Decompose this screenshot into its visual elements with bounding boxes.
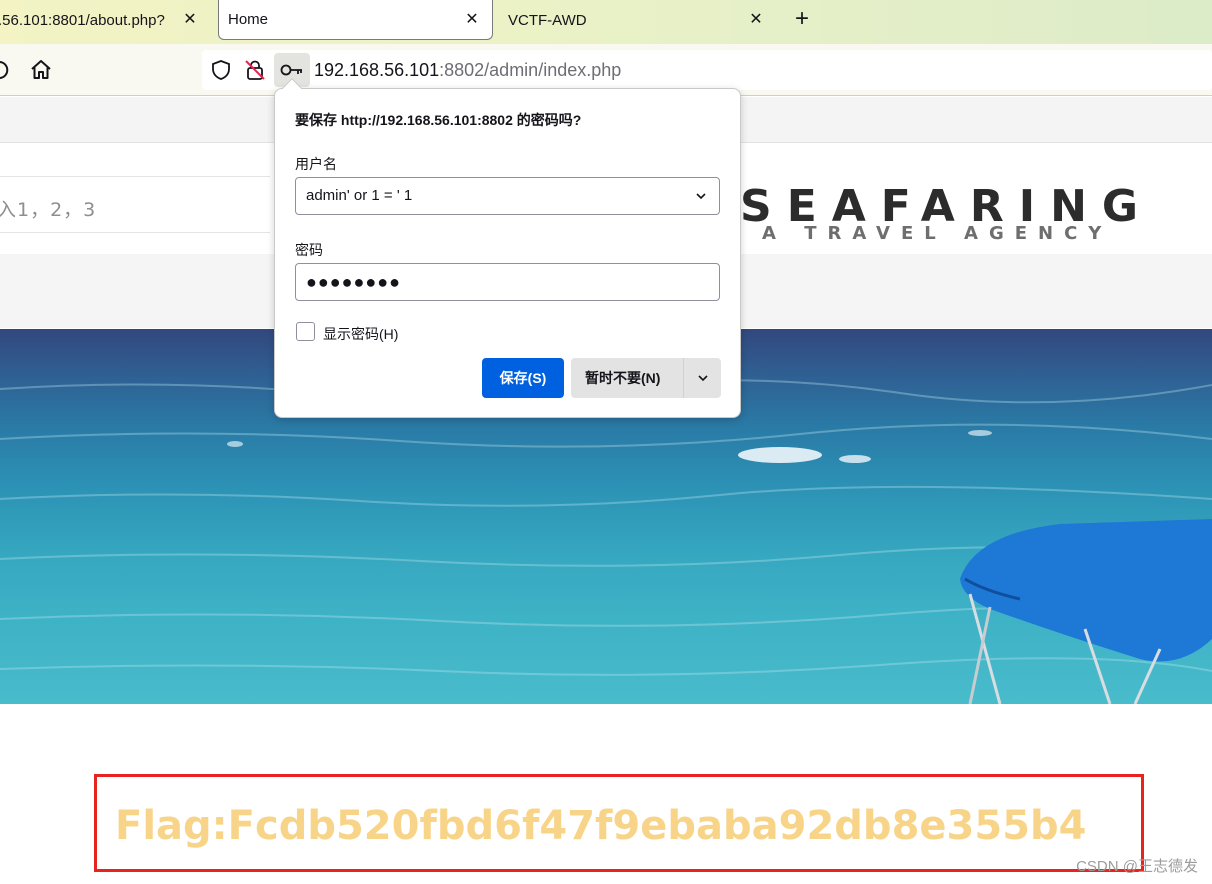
tab-close-icon[interactable]: ✕ — [746, 10, 766, 30]
tab-home[interactable]: Home ✕ — [218, 0, 493, 40]
injection-output-text: 入1，2，3 — [0, 199, 97, 221]
tab-vctf-awd[interactable]: VCTF-AWD ✕ — [496, 0, 776, 40]
popup-title: 要保存 http://192.168.56.101:8802 的密码吗? — [295, 112, 582, 128]
divider — [0, 176, 270, 177]
password-label: 密码 — [295, 242, 323, 258]
flag-text: Flag:Fcdb520fbd6f47f9ebaba92db8e355b4 — [115, 803, 1087, 849]
tab-title: .56.101:8801/about.php? — [0, 11, 165, 29]
reload-icon[interactable] — [0, 58, 10, 82]
username-value: admin' or 1 = ' 1 — [306, 187, 413, 204]
show-password-checkbox[interactable] — [296, 322, 315, 341]
tab-about[interactable]: .56.101:8801/about.php? ✕ — [0, 0, 210, 40]
password-value: ●●●●●●●● — [306, 272, 401, 292]
divider — [0, 232, 270, 233]
new-tab-plus-icon[interactable]: + — [788, 6, 816, 34]
shield-icon[interactable] — [210, 59, 232, 81]
chevron-down-icon[interactable] — [697, 373, 709, 383]
save-button[interactable]: 保存(S) — [482, 358, 564, 398]
tab-strip: .56.101:8801/about.php? ✕ Home ✕ VCTF-AW… — [0, 0, 1212, 44]
tab-close-icon[interactable]: ✕ — [462, 10, 482, 30]
username-label: 用户名 — [295, 156, 337, 172]
save-password-popup: 要保存 http://192.168.56.101:8802 的密码吗? 用户名… — [274, 78, 741, 418]
url-host: 192.168.56.101 — [314, 60, 440, 80]
show-password-label[interactable]: 显示密码(H) — [323, 324, 398, 344]
url-text[interactable]: 192.168.56.101:8802/admin/index.php — [314, 59, 621, 81]
password-field[interactable]: ●●●●●●●● — [295, 263, 720, 301]
flag-highlight-box: Flag:Fcdb520fbd6f47f9ebaba92db8e355b4 — [94, 774, 1144, 872]
tab-close-icon[interactable]: ✕ — [180, 10, 200, 30]
not-now-button[interactable]: 暂时不要(N) — [571, 358, 721, 398]
not-now-label: 暂时不要(N) — [585, 370, 661, 386]
username-field[interactable]: admin' or 1 = ' 1 — [295, 177, 720, 215]
site-logo-subtitle: A TRAVEL AGENCY — [762, 223, 1113, 244]
tab-title: Home — [228, 11, 269, 28]
home-icon[interactable] — [29, 58, 53, 82]
chevron-down-icon[interactable] — [695, 191, 707, 201]
insecure-lock-icon[interactable] — [244, 59, 266, 81]
tab-title: VCTF-AWD — [508, 11, 587, 29]
button-separator — [683, 358, 684, 398]
csdn-watermark: CSDN @王志德发 — [1076, 858, 1198, 875]
url-path: :8802/admin/index.php — [439, 60, 622, 80]
url-bar[interactable]: 192.168.56.101:8802/admin/index.php — [202, 50, 1212, 90]
